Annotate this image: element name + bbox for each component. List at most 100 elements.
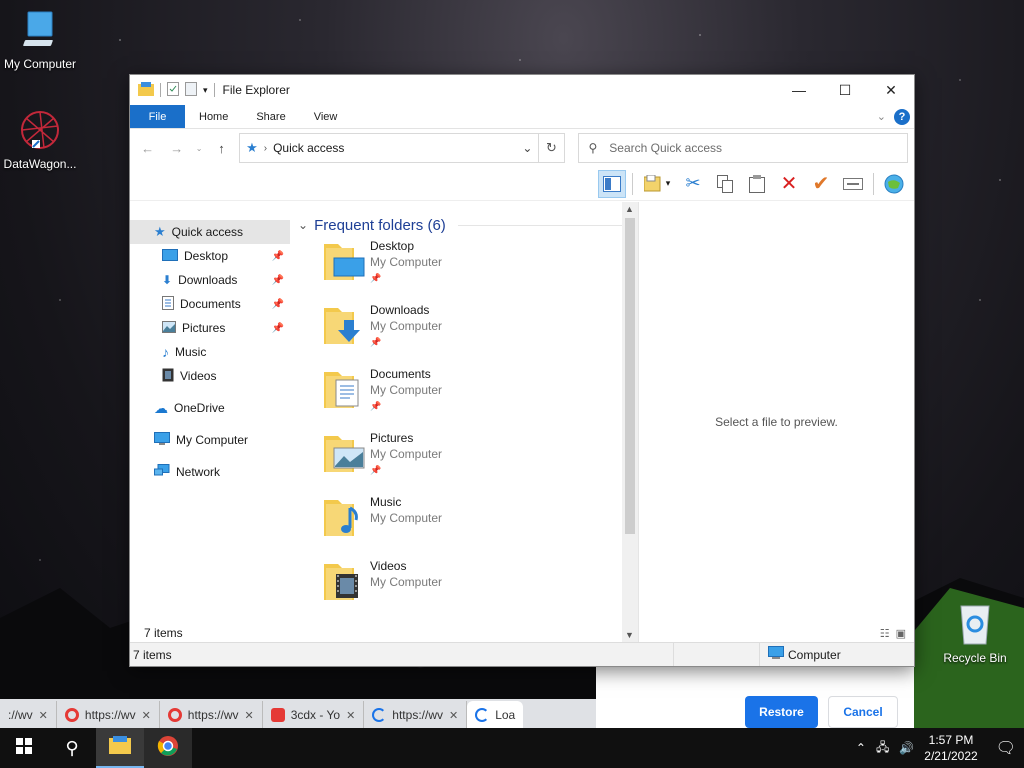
paste-icon[interactable] <box>743 170 771 198</box>
taskbar-chrome[interactable] <box>144 728 192 768</box>
pin-icon[interactable]: 📌 <box>272 323 284 334</box>
tab-home[interactable]: Home <box>185 105 242 128</box>
sidebar-item-desktop[interactable]: Desktop 📌 <box>130 244 290 268</box>
folder-item[interactable]: Desktop My Computer 📌 <box>298 238 622 302</box>
recent-locations-icon[interactable]: ⌄ <box>194 144 204 153</box>
folder-item[interactable]: Documents My Computer 📌 <box>298 366 622 430</box>
sidebar-item-network[interactable]: Network <box>130 460 290 484</box>
expand-ribbon-icon[interactable]: ⌄ <box>877 110 886 123</box>
network-status-icon[interactable]: 🖧 <box>876 738 889 759</box>
cancel-button[interactable]: Cancel <box>828 696 898 728</box>
browser-tab[interactable]: https://wv ✕ <box>57 701 160 729</box>
chevron-up-icon[interactable]: ⌃ <box>856 741 866 755</box>
delete-icon[interactable]: ✕ <box>775 170 803 198</box>
new-folder-icon[interactable] <box>185 81 197 99</box>
close-icon[interactable]: ✕ <box>142 709 151 722</box>
help-icon[interactable]: ? <box>894 108 910 125</box>
properties-note-icon[interactable]: ▾ <box>639 170 675 198</box>
cut-icon[interactable]: ✂ <box>679 170 707 198</box>
preview-pane-icon[interactable] <box>598 169 626 198</box>
sidebar-item-music[interactable]: ♪ Music <box>130 340 290 364</box>
customize-toolbar-icon[interactable]: ▾ <box>203 85 208 96</box>
search-button[interactable]: ⚲ <box>48 728 96 768</box>
browser-tab[interactable]: https://wv ✕ <box>160 701 263 729</box>
pin-icon[interactable]: 📌 <box>272 275 284 286</box>
search-icon: ⚲ <box>65 737 79 758</box>
browser-tab[interactable]: ://wv ✕ <box>0 701 57 729</box>
desktop-icon-recycle-bin[interactable]: Recycle Bin <box>935 600 1015 665</box>
group-header-frequent-folders[interactable]: ⌄ Frequent folders (6) <box>298 202 622 238</box>
item-count: 7 items <box>144 626 183 640</box>
close-icon[interactable]: ✕ <box>39 709 48 722</box>
restore-button[interactable]: Restore <box>745 696 818 728</box>
scrollbar-thumb[interactable] <box>625 218 635 534</box>
maximize-icon[interactable]: ☐ <box>822 75 868 105</box>
notifications-icon[interactable]: 🗨 <box>996 738 1016 758</box>
close-icon[interactable]: ✕ <box>449 709 458 722</box>
sidebar-item-videos[interactable]: Videos <box>130 364 290 388</box>
properties-icon[interactable] <box>167 81 179 99</box>
desktop-icon-my-computer[interactable]: My Computer <box>0 10 80 71</box>
breadcrumb-separator-icon: › <box>263 142 268 154</box>
folder-location: My Computer <box>370 383 443 397</box>
folder-location: My Computer <box>370 319 443 333</box>
forward-arrow-icon[interactable]: → <box>165 141 188 156</box>
close-icon[interactable]: ✕ <box>868 75 914 105</box>
pin-icon: 📌 <box>370 273 382 283</box>
checkmark-icon[interactable]: ✔ <box>807 170 835 198</box>
browser-tab[interactable]: https://wv ✕ <box>364 701 468 729</box>
explorer-icon <box>138 81 154 99</box>
address-bar[interactable]: ★ › Quick access ⌄ <box>239 133 540 163</box>
start-button[interactable] <box>0 728 48 768</box>
back-arrow-icon[interactable]: ← <box>136 141 159 156</box>
folder-downloads-icon <box>324 302 368 346</box>
desktop-icon-label: DataWagon... <box>3 157 77 171</box>
loading-spinner-icon <box>372 708 387 722</box>
browser-tab[interactable]: 3cdx - Yo ✕ <box>263 701 365 729</box>
refresh-icon[interactable]: ↻ <box>539 133 565 163</box>
folder-location: My Computer <box>370 255 443 269</box>
browser-tab-active[interactable]: Loa <box>467 701 524 729</box>
tab-view[interactable]: View <box>300 105 352 128</box>
tab-share[interactable]: Share <box>242 105 299 128</box>
close-icon[interactable]: ✕ <box>346 709 355 722</box>
pin-icon[interactable]: 📌 <box>272 251 284 262</box>
search-box[interactable]: ⚲ <box>577 133 909 163</box>
folder-item[interactable]: Music My Computer <box>298 494 622 558</box>
tab-file[interactable]: File <box>130 105 185 128</box>
copy-icon[interactable] <box>711 170 739 198</box>
sidebar-item-pictures[interactable]: Pictures 📌 <box>130 316 290 340</box>
taskbar: ⚲ ⌃ 🖧 🔊 1:57 PM 2/21/2022 🗨 <box>0 728 1024 768</box>
taskbar-file-explorer[interactable] <box>96 728 144 768</box>
desktop-icon-datawagon[interactable]: DataWagon... <box>0 108 80 171</box>
youtube-favicon-icon <box>270 708 285 722</box>
sidebar-item-my-computer[interactable]: My Computer <box>130 428 290 452</box>
minimize-icon[interactable]: — <box>776 75 822 105</box>
sidebar-item-downloads[interactable]: ⬇ Downloads 📌 <box>130 268 290 292</box>
preview-message: Select a file to preview. <box>715 415 838 429</box>
ribbon-tabs: File Home Share View ⌄ ? <box>130 105 914 129</box>
clock[interactable]: 1:57 PM 2/21/2022 <box>924 732 977 764</box>
chevron-down-icon[interactable]: ⌄ <box>522 141 532 155</box>
file-explorer-icon <box>109 735 131 759</box>
vertical-scrollbar[interactable]: ▲ ▼ <box>622 202 638 642</box>
folder-item[interactable]: Pictures My Computer 📌 <box>298 430 622 494</box>
volume-icon[interactable]: 🔊 <box>899 741 914 755</box>
close-icon[interactable]: ✕ <box>244 709 253 722</box>
sidebar-item-documents[interactable]: Documents 📌 <box>130 292 290 316</box>
sidebar-item-quick-access[interactable]: ★ Quick access <box>130 220 290 244</box>
sidebar-item-onedrive[interactable]: ☁ OneDrive <box>130 396 290 420</box>
folder-item[interactable]: Downloads My Computer 📌 <box>298 302 622 366</box>
scroll-up-icon[interactable]: ▲ <box>625 204 634 214</box>
large-icons-view-icon[interactable]: ▣ <box>896 627 906 640</box>
network-globe-icon[interactable] <box>880 170 908 198</box>
desktop-icon <box>162 248 178 264</box>
folder-item[interactable]: Videos My Computer <box>298 558 622 622</box>
rename-icon[interactable] <box>839 170 867 198</box>
pin-icon[interactable]: 📌 <box>272 299 284 310</box>
address-text: Quick access <box>273 141 345 155</box>
search-input[interactable] <box>609 141 870 155</box>
details-view-icon[interactable]: ☷ <box>880 627 890 640</box>
up-arrow-icon[interactable]: ↑ <box>210 141 233 156</box>
explorer-body: ★ Quick access Desktop 📌 ⬇ Downloads 📌 D… <box>130 202 914 642</box>
